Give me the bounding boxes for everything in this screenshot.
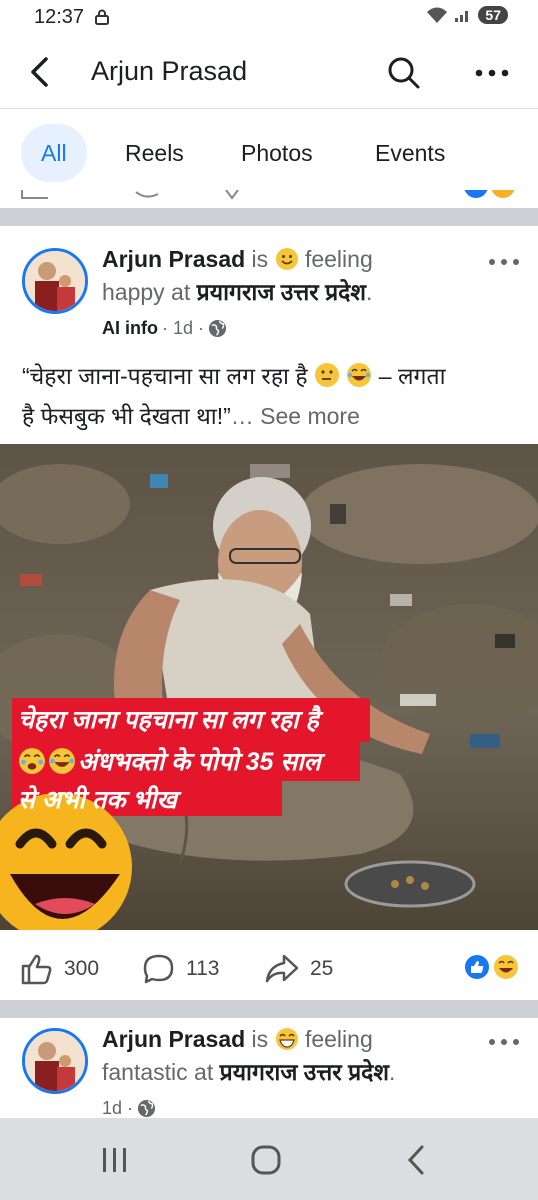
grinning-emoji-icon xyxy=(275,1028,298,1050)
comment-icon xyxy=(143,954,174,984)
image-caption-line2: अंधभक्तो के पोपो 35 साल xyxy=(78,748,321,776)
wifi-icon xyxy=(427,7,448,23)
share-count: 25 xyxy=(310,957,334,980)
tab-all[interactable]: All xyxy=(21,124,87,182)
post-header-text: Arjun Prasad is feeling fantastic at प्र… xyxy=(102,1026,396,1085)
crying-emoji-icon xyxy=(19,748,45,774)
like-count: 300 xyxy=(64,957,100,980)
author-name[interactable]: Arjun Prasad xyxy=(102,246,245,272)
like-button[interactable]: 300 xyxy=(20,952,99,986)
tab-photos[interactable]: Photos xyxy=(241,124,313,182)
post-more-icon[interactable] xyxy=(484,1032,524,1052)
signal-icon xyxy=(455,11,469,22)
smiley-emoji-icon xyxy=(275,248,298,270)
post-image[interactable]: चेहरा जाना पहचाना सा लग रहा है अंधभक्तो … xyxy=(0,444,538,930)
reaction-summary-icon[interactable] xyxy=(462,952,520,982)
thumbs-up-icon xyxy=(21,954,52,985)
feed-divider xyxy=(0,208,538,226)
status-time: 12:37 xyxy=(34,6,85,28)
lock-icon xyxy=(95,9,109,25)
search-icon[interactable] xyxy=(384,53,422,91)
share-button[interactable]: 25 xyxy=(264,952,333,986)
home-icon[interactable] xyxy=(250,1144,282,1176)
image-caption-line3: से अभी तक भीख xyxy=(18,786,177,814)
comment-button[interactable]: 113 xyxy=(142,952,219,986)
post-meta: AI info · 1d · xyxy=(102,318,227,339)
more-options-icon[interactable] xyxy=(470,58,514,88)
back-nav-icon[interactable] xyxy=(404,1144,428,1176)
ai-info-label[interactable]: AI info xyxy=(102,318,158,339)
status-bar: 12:37 57 xyxy=(0,0,538,36)
location-link[interactable]: प्रयागराज उत्तर प्रदेश xyxy=(220,1059,389,1085)
thinking-emoji-icon xyxy=(315,363,339,387)
post-more-icon[interactable] xyxy=(484,252,524,272)
post-meta: 1d · xyxy=(102,1098,156,1119)
post-header-text: Arjun Prasad is feeling happy at प्रयागर… xyxy=(102,246,373,305)
feed-divider xyxy=(0,1000,538,1018)
share-icon xyxy=(265,954,299,983)
laughing-emoji-icon xyxy=(347,363,372,387)
author-name[interactable]: Arjun Prasad xyxy=(102,1026,245,1052)
back-arrow-icon[interactable] xyxy=(24,54,56,90)
see-more-link[interactable]: … See more xyxy=(231,403,360,429)
recent-apps-icon[interactable] xyxy=(100,1146,130,1174)
tab-events[interactable]: Events xyxy=(375,124,445,182)
avatar[interactable] xyxy=(22,1028,88,1094)
laughing-emoji-icon xyxy=(49,748,75,774)
comment-count: 113 xyxy=(186,957,220,980)
post-card: Arjun Prasad is feeling fantastic at प्र… xyxy=(0,1018,538,1118)
globe-icon xyxy=(208,319,227,338)
battery-badge: 57 xyxy=(478,6,508,24)
previous-post-remnant xyxy=(0,190,538,208)
tab-reels[interactable]: Reels xyxy=(125,124,184,182)
avatar[interactable] xyxy=(22,248,88,314)
post-actions: 300 113 25 xyxy=(0,938,538,996)
page-title: Arjun Prasad xyxy=(91,56,248,86)
app-bar: Arjun Prasad xyxy=(0,36,538,109)
post-text: “चेहरा जाना-पहचाना सा लग रहा है – लगता ह… xyxy=(22,363,446,429)
system-nav-bar xyxy=(0,1118,538,1200)
globe-icon xyxy=(137,1099,156,1118)
image-caption-line1: चेहरा जाना पहचाना सा लग रहा है xyxy=(18,706,319,734)
filter-tabs: All Reels Photos Events xyxy=(0,120,538,190)
location-link[interactable]: प्रयागराज उत्तर प्रदेश xyxy=(197,279,366,305)
